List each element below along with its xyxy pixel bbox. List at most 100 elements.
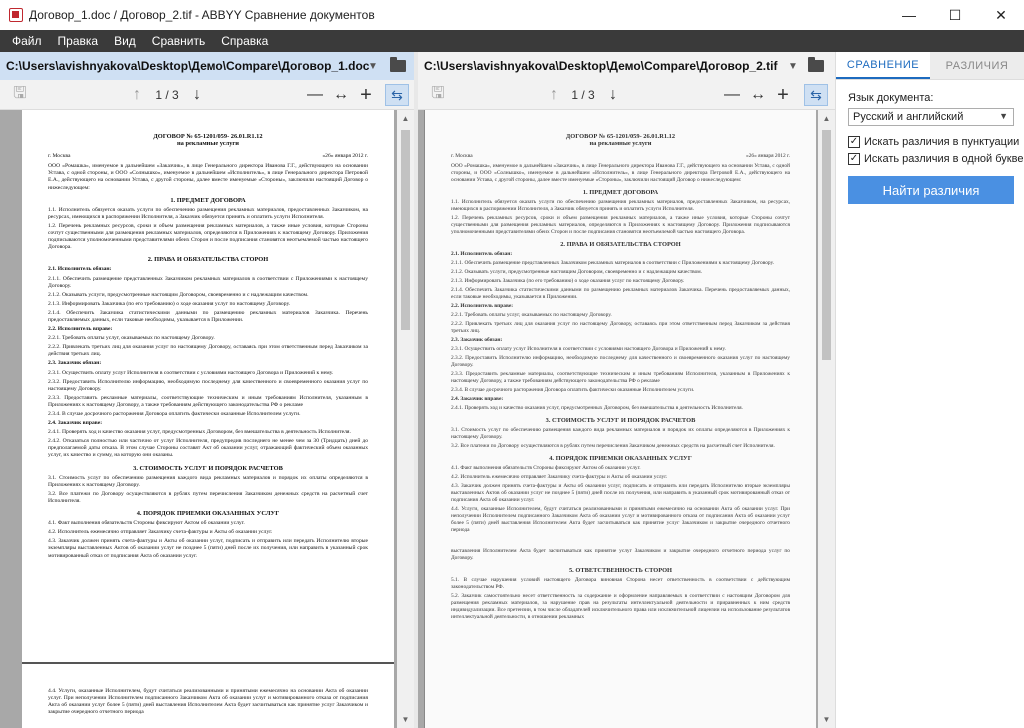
minimize-button[interactable]: — — [886, 0, 932, 30]
left-path-dropdown-icon[interactable]: ▼ — [368, 61, 378, 72]
zoom-in-icon[interactable]: + — [356, 80, 376, 110]
close-button[interactable]: ✕ — [978, 0, 1024, 30]
right-document-path[interactable]: C:\Users\avishnyakova\Desktop\Демо\Compa… — [424, 59, 777, 73]
doc-paragraph: 2.1.4. Обеспечить Заказчика статистическ… — [48, 309, 368, 323]
doc-paragraph: 4.1. Факт выполнения обязательств Сторон… — [48, 520, 245, 527]
doc-paragraph: 2.4. Заказчик вправе: — [48, 420, 103, 427]
doc-paragraph: 2.3.3. Предоставить рекламные материалы,… — [451, 371, 790, 384]
checkmark-icon[interactable]: ✓ — [848, 136, 860, 148]
tab-differences[interactable]: РАЗЛИЧИЯ — [930, 52, 1024, 79]
scroll-down-icon[interactable]: ▼ — [818, 711, 835, 728]
scroll-thumb[interactable] — [822, 130, 831, 360]
section-title: 4. ПОРЯДОК ПРИЕМКИ ОКАЗАННЫХ УСЛУГ — [136, 510, 280, 518]
doc-title: ДОГОВОР № 65-1201/059- 26.01.R1.12 — [565, 133, 676, 140]
section-title: 2. ПРАВА И ОБЯЗАТЕЛЬСТВА СТОРОН — [560, 241, 681, 248]
doc-date: «26» января 2012 г. — [746, 153, 790, 159]
doc-paragraph: 2.4. Заказчик вправе: — [451, 396, 504, 402]
doc-paragraph: 4.3. Заказчик должен принять счета-факту… — [451, 483, 790, 503]
doc-title: ДОГОВОР № 65-1201/059- 26.01.R1.12 — [153, 133, 263, 140]
doc-paragraph: выставления Исполнителем Акта будет засч… — [451, 548, 790, 561]
doc-city: г. Москва — [48, 153, 71, 160]
arrow-down-icon[interactable]: ↓ — [188, 80, 206, 110]
doc-paragraph: 2.3.4. В случае досрочного расторжения Д… — [48, 411, 301, 417]
abbyy-app-icon — [9, 8, 23, 22]
left-document-path-bar[interactable]: C:\Users\avishnyakova\Desktop\Демо\Compa… — [0, 52, 414, 80]
doc-paragraph: 3.1. Стоимость услуг по обеспечению разм… — [48, 474, 368, 488]
left-document-view[interactable]: ДОГОВОР № 65-1201/059- 26.01.R1.12 на ре… — [0, 110, 414, 728]
menu-bar: Файл Правка Вид Сравнить Справка — [0, 30, 1024, 52]
scroll-down-icon[interactable]: ▼ — [397, 711, 414, 728]
find-differences-button[interactable]: Найти различия — [848, 176, 1014, 204]
save-icon[interactable]: 🖫 — [428, 80, 448, 110]
doc-paragraph: 4.2. Исполнитель ежемесячно отправляет З… — [48, 529, 273, 536]
punctuation-checkbox-label: Искать различия в пунктуации — [864, 136, 1020, 148]
left-scrollbar[interactable]: ▲ ▼ — [397, 110, 414, 728]
doc-paragraph: 5.2. Заказчик самостоятельно несет ответ… — [451, 593, 790, 620]
scroll-thumb[interactable] — [401, 130, 410, 330]
save-icon[interactable]: 🖫 — [10, 80, 30, 110]
doc-paragraph: 2.1.2. Оказывать услуги, предусмотренные… — [48, 291, 309, 298]
sync-scroll-icon[interactable]: ⇆ — [385, 84, 409, 106]
sync-scroll-icon[interactable]: ⇆ — [804, 84, 828, 106]
doc-paragraph: 2.1.3. Информировать Заказчика (по его т… — [48, 300, 291, 307]
right-open-folder-icon[interactable] — [806, 57, 826, 74]
single-letter-checkbox[interactable]: ✓ Искать различия в одной букве — [848, 153, 1023, 165]
scroll-up-icon[interactable]: ▲ — [397, 110, 414, 127]
doc-paragraph: 2.3.2. Предоставить Исполнителю информац… — [48, 378, 368, 392]
left-document-path[interactable]: C:\Users\avishnyakova\Desktop\Демо\Compa… — [6, 59, 369, 73]
tab-compare[interactable]: СРАВНЕНИЕ — [836, 52, 930, 79]
doc-subtitle: на рекламные услуги — [177, 140, 239, 148]
scroll-up-icon[interactable]: ▲ — [818, 110, 835, 127]
title-bar: Договор_1.doc / Договор_2.tif - ABBYY Ср… — [0, 0, 1024, 30]
right-path-dropdown-icon[interactable]: ▼ — [788, 61, 798, 72]
maximize-button[interactable]: ☐ — [932, 0, 978, 30]
left-page-2: 4.4. Услуги, оказанные Исполнителем, буд… — [22, 664, 394, 728]
section-title: 5. ОТВЕТСТВЕННОСТЬ СТОРОН — [568, 567, 673, 574]
zoom-out-icon[interactable]: — — [305, 80, 325, 110]
punctuation-checkbox[interactable]: ✓ Искать различия в пунктуации — [848, 136, 1019, 148]
arrow-down-icon[interactable]: ↓ — [604, 80, 622, 110]
doc-paragraph: 2.4.1. Проверять ход и качество оказания… — [48, 429, 351, 436]
document-language-select[interactable]: Русский и английский ▼ — [848, 108, 1014, 126]
doc-paragraph: 2.3.1. Осуществить оплату услуг Исполнит… — [48, 369, 334, 376]
section-title: 1. ПРЕДМЕТ ДОГОВОРА — [170, 196, 246, 204]
zoom-out-icon[interactable]: — — [722, 80, 742, 110]
right-toolbar: 🖫 ↑ 1 / 3 ↓ — ↔ + ⇆ — [418, 80, 835, 110]
left-open-folder-icon[interactable] — [388, 57, 408, 74]
doc-paragraph: 4.3. Заказчик должен принять счета-факту… — [48, 538, 368, 559]
doc-paragraph: 2.3.2. Предоставить Исполнителю информац… — [451, 355, 790, 368]
arrow-up-icon[interactable]: ↑ — [128, 80, 146, 110]
right-document-path-bar[interactable]: C:\Users\avishnyakova\Desktop\Демо\Compa… — [418, 52, 835, 80]
menu-file[interactable]: Файл — [4, 34, 50, 48]
fit-width-icon[interactable]: ↔ — [747, 80, 769, 110]
checkmark-icon[interactable]: ✓ — [848, 153, 860, 165]
menu-edit[interactable]: Правка — [50, 34, 107, 48]
chevron-down-icon[interactable]: ▼ — [999, 111, 1008, 121]
doc-paragraph: 2.1. Исполнитель обязан: — [48, 266, 112, 273]
compare-side-panel: СРАВНЕНИЕ РАЗЛИЧИЯ Язык документа: Русск… — [835, 52, 1024, 728]
doc-paragraph: 1.2. Перечень рекламных ресурсов, сроки … — [48, 222, 368, 251]
doc-intro: ООО «Ромашка», именуемое в дальнейшем «З… — [451, 163, 790, 183]
doc-paragraph: 2.2.1. Требовать оплаты услуг, оказываем… — [48, 335, 215, 342]
fit-width-icon[interactable]: ↔ — [330, 80, 352, 110]
doc-paragraph: 1.2. Перечень рекламных ресурсов, сроки … — [451, 215, 790, 235]
doc-paragraph: 2.1.4. Обеспечить Заказчика статистическ… — [451, 287, 790, 300]
doc-paragraph: 2.3.4. В случае досрочного расторжения Д… — [451, 387, 695, 393]
zoom-in-icon[interactable]: + — [773, 80, 793, 110]
menu-compare[interactable]: Сравнить — [144, 34, 213, 48]
arrow-up-icon[interactable]: ↑ — [545, 80, 563, 110]
doc-paragraph: 2.2.2. Привлекать третьих лиц для оказан… — [48, 344, 368, 358]
window-title: Договор_1.doc / Договор_2.tif - ABBYY Ср… — [29, 8, 375, 22]
left-page-indicator: 1 / 3 — [155, 88, 179, 102]
doc-paragraph: 1.1. Исполнитель обязуется оказать услуг… — [48, 206, 368, 220]
right-document-view[interactable]: ДОГОВОР № 65-1201/059- 26.01.R1.12 на ре… — [418, 110, 835, 728]
doc-subtitle: на рекламные услуги — [589, 140, 652, 147]
right-scrollbar[interactable]: ▲ ▼ — [818, 110, 835, 728]
doc-paragraph: 2.3. Заказчик обязан: — [48, 360, 102, 367]
doc-paragraph: 2.1.1. Обеспечить размещение представлен… — [48, 275, 368, 289]
menu-help[interactable]: Справка — [213, 34, 276, 48]
section-title: 2. ПРАВА И ОБЯЗАТЕЛЬСТВА СТОРОН — [147, 256, 269, 264]
doc-paragraph: 2.2.1. Требовать оплаты услуг, оказываем… — [451, 312, 612, 318]
menu-view[interactable]: Вид — [106, 34, 144, 48]
doc-paragraph: 2.1.2. Оказывать услуги, предусмотренные… — [451, 269, 703, 275]
